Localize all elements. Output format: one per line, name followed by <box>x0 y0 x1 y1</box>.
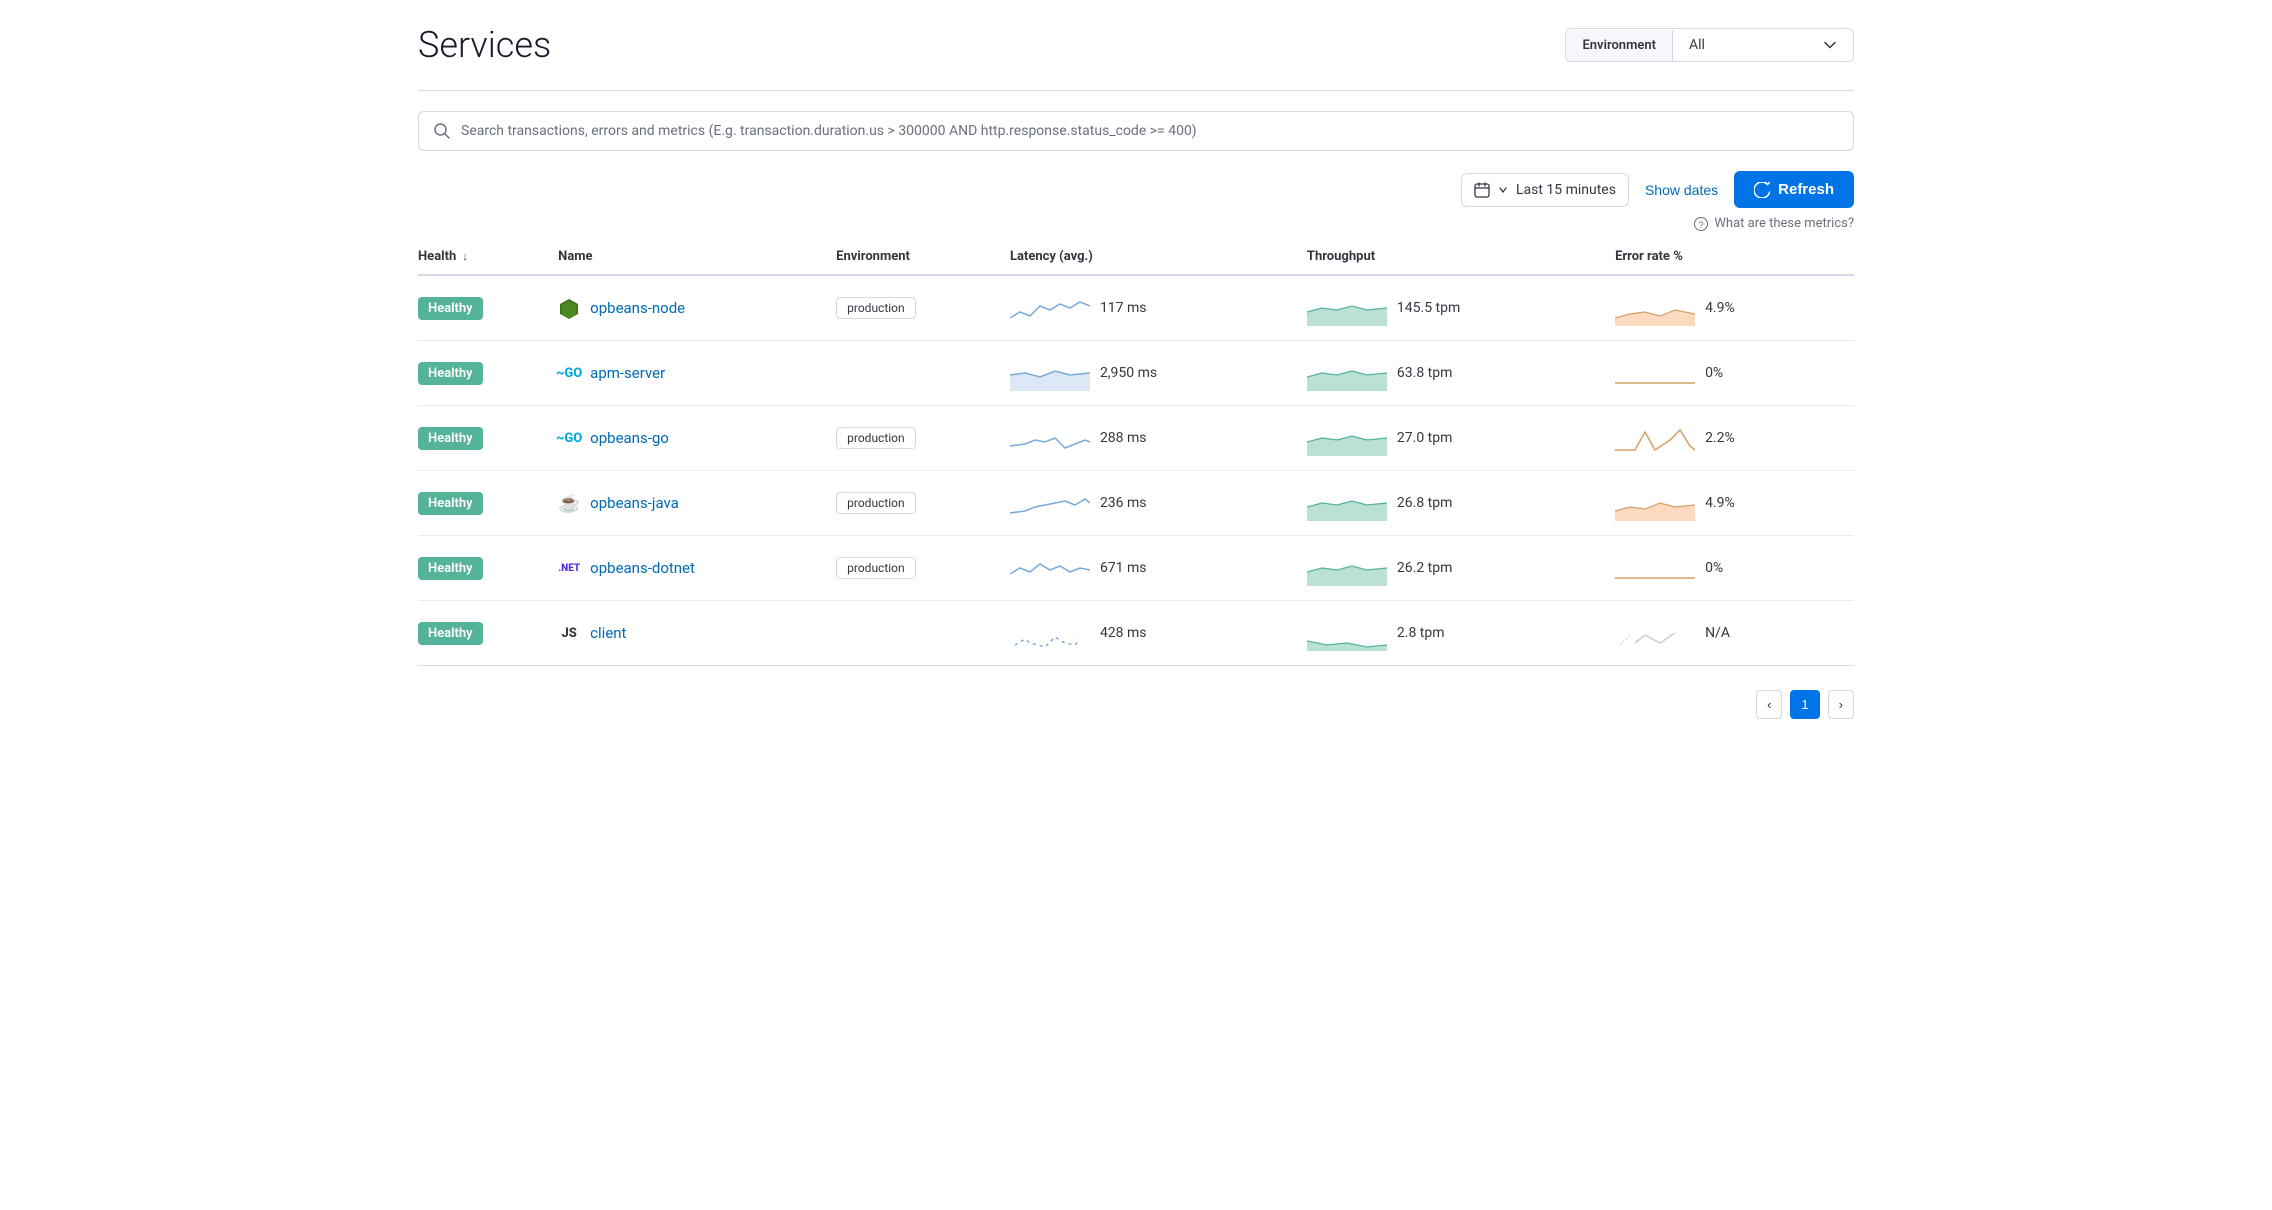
env-selector-label: Environment <box>1566 30 1673 61</box>
latency-cell-2: 288 ms <box>1002 406 1299 471</box>
env-badge: production <box>836 297 916 319</box>
col-throughput[interactable]: Throughput <box>1299 239 1607 275</box>
health-cell-0: Healthy <box>418 275 550 341</box>
throughput-cell-3: 26.8 tpm <box>1299 471 1607 536</box>
health-badge: Healthy <box>418 492 483 515</box>
refresh-icon <box>1754 182 1770 198</box>
env-selector-value[interactable]: All <box>1673 29 1853 61</box>
table-row: Healthy opbeans-node production 117 ms 1… <box>418 275 1854 341</box>
health-badge: Healthy <box>418 297 483 320</box>
chevron-down-icon <box>1823 38 1837 52</box>
throughput-cell-4: 26.2 tpm <box>1299 536 1607 601</box>
name-cell-3: ☕ opbeans-java <box>550 471 828 536</box>
throughput-cell-1: 63.8 tpm <box>1299 341 1607 406</box>
service-link-0[interactable]: opbeans-node <box>590 299 685 317</box>
service-link-3[interactable]: opbeans-java <box>590 494 679 512</box>
name-cell-5: JS client <box>550 601 828 666</box>
latency-cell-3: 236 ms <box>1002 471 1299 536</box>
calendar-chevron-icon <box>1498 185 1508 195</box>
health-badge: Healthy <box>418 622 483 645</box>
table-row: Healthy ~GO apm-server 2,950 ms 63.8 tpm <box>418 341 1854 406</box>
dotnet-icon: .NET <box>558 563 580 574</box>
go-icon: ~GO <box>556 366 582 381</box>
pagination: ‹ 1 › <box>418 690 1854 719</box>
health-cell-1: Healthy <box>418 341 550 406</box>
error-rate-cell-1: 0% <box>1607 341 1854 406</box>
environment-cell-0: production <box>828 275 1002 341</box>
sort-icon: ↓ <box>462 250 468 263</box>
health-badge: Healthy <box>418 557 483 580</box>
environment-cell-3: production <box>828 471 1002 536</box>
search-icon <box>433 122 451 140</box>
page-1-button[interactable]: 1 <box>1790 690 1819 719</box>
name-cell-0: opbeans-node <box>550 275 828 341</box>
health-cell-5: Healthy <box>418 601 550 666</box>
refresh-button[interactable]: Refresh <box>1734 171 1854 208</box>
java-icon: ☕ <box>558 493 580 514</box>
error-rate-cell-4: 0% <box>1607 536 1854 601</box>
health-cell-4: Healthy <box>418 536 550 601</box>
error-rate-cell-3: 4.9% <box>1607 471 1854 536</box>
col-error-rate[interactable]: Error rate % <box>1607 239 1854 275</box>
services-table: Health ↓ Name Environment Latency (avg.)… <box>418 239 1854 666</box>
error-rate-cell-0: 4.9% <box>1607 275 1854 341</box>
error-rate-cell-2: 2.2% <box>1607 406 1854 471</box>
col-name[interactable]: Name <box>550 239 828 275</box>
throughput-cell-2: 27.0 tpm <box>1299 406 1607 471</box>
col-environment[interactable]: Environment <box>828 239 1002 275</box>
health-cell-2: Healthy <box>418 406 550 471</box>
name-cell-2: ~GO opbeans-go <box>550 406 828 471</box>
time-range-selector[interactable]: Last 15 minutes <box>1461 173 1629 207</box>
latency-cell-0: 117 ms <box>1002 275 1299 341</box>
error-rate-cell-5: N/A <box>1607 601 1854 666</box>
health-cell-3: Healthy <box>418 471 550 536</box>
health-badge: Healthy <box>418 427 483 450</box>
time-range-text: Last 15 minutes <box>1516 182 1616 198</box>
service-link-1[interactable]: apm-server <box>590 364 665 382</box>
controls-row: Last 15 minutes Show dates Refresh <box>418 171 1854 208</box>
latency-cell-1: 2,950 ms <box>1002 341 1299 406</box>
name-cell-4: .NET opbeans-dotnet <box>550 536 828 601</box>
latency-cell-5: 428 ms <box>1002 601 1299 666</box>
svg-text:?: ? <box>1699 220 1704 230</box>
throughput-cell-5: 2.8 tpm <box>1299 601 1607 666</box>
environment-cell-4: production <box>828 536 1002 601</box>
environment-cell-2: production <box>828 406 1002 471</box>
environment-selector[interactable]: Environment All <box>1565 28 1854 62</box>
table-row: Healthy ☕ opbeans-java production 236 ms… <box>418 471 1854 536</box>
throughput-cell-0: 145.5 tpm <box>1299 275 1607 341</box>
show-dates-button[interactable]: Show dates <box>1641 174 1722 206</box>
latency-cell-4: 671 ms <box>1002 536 1299 601</box>
go-icon: ~GO <box>556 431 582 446</box>
service-link-5[interactable]: client <box>590 624 626 642</box>
table-row: Healthy .NET opbeans-dotnet production 6… <box>418 536 1854 601</box>
search-bar[interactable]: Search transactions, errors and metrics … <box>418 111 1854 151</box>
name-cell-1: ~GO apm-server <box>550 341 828 406</box>
next-page-button[interactable]: › <box>1828 690 1854 719</box>
service-link-2[interactable]: opbeans-go <box>590 429 669 447</box>
env-badge: production <box>836 492 916 514</box>
env-badge: production <box>836 427 916 449</box>
header-divider <box>418 90 1854 91</box>
table-row: Healthy ~GO opbeans-go production 288 ms… <box>418 406 1854 471</box>
service-link-4[interactable]: opbeans-dotnet <box>590 559 695 577</box>
node-icon <box>558 297 580 319</box>
env-badge: production <box>836 557 916 579</box>
col-latency[interactable]: Latency (avg.) <box>1002 239 1299 275</box>
col-health[interactable]: Health ↓ <box>418 239 550 275</box>
page-title: Services <box>418 24 551 66</box>
metrics-help: ? What are these metrics? <box>418 216 1854 231</box>
health-badge: Healthy <box>418 362 483 385</box>
prev-page-button[interactable]: ‹ <box>1756 690 1782 719</box>
environment-cell-1 <box>828 341 1002 406</box>
help-icon: ? <box>1694 217 1708 231</box>
search-placeholder: Search transactions, errors and metrics … <box>461 123 1197 139</box>
calendar-icon <box>1474 182 1490 198</box>
environment-cell-5 <box>828 601 1002 666</box>
metrics-help-text: What are these metrics? <box>1714 216 1854 231</box>
table-row: Healthy JS client 428 ms 2.8 tpm N/A <box>418 601 1854 666</box>
js-icon: JS <box>561 626 576 641</box>
